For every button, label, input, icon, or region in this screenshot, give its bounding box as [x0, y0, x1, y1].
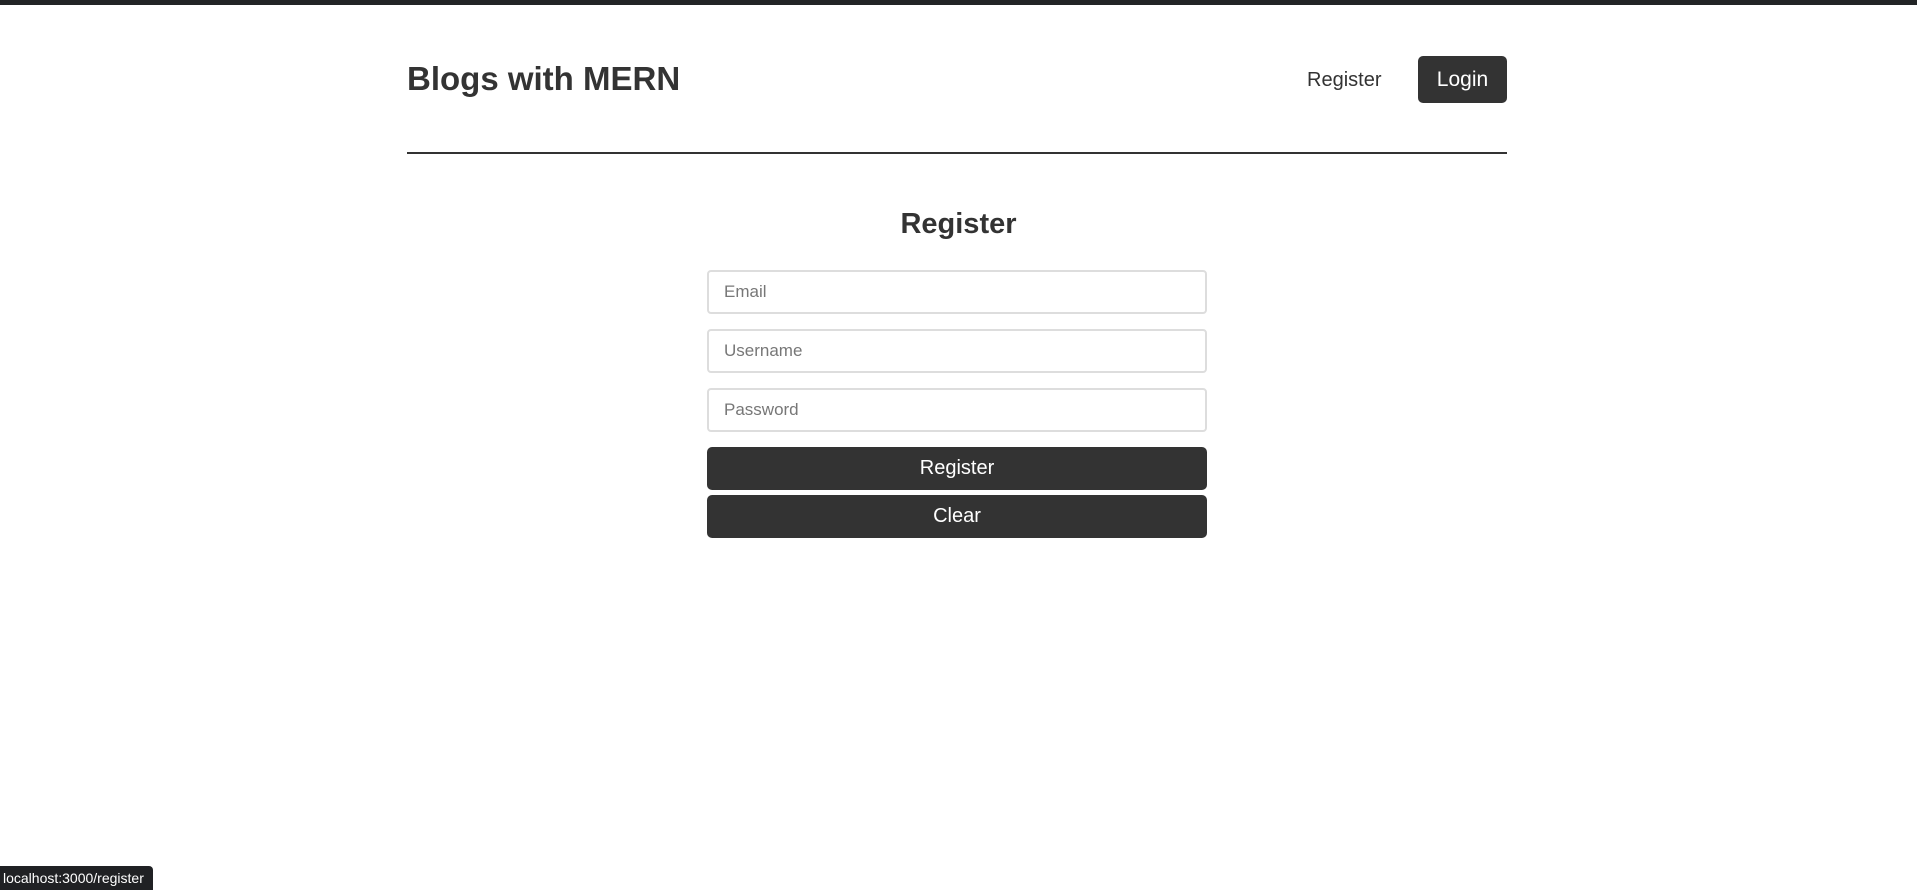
clear-button[interactable]: Clear	[707, 495, 1207, 538]
site-brand[interactable]: Blogs with MERN	[407, 60, 680, 98]
site-header: Blogs with MERN Register Login	[407, 52, 1507, 110]
header-divider	[407, 152, 1507, 154]
password-field[interactable]	[707, 388, 1207, 432]
status-bar-url: localhost:3000/register	[0, 866, 153, 890]
page-title: Register	[900, 208, 1017, 240]
username-field[interactable]	[707, 329, 1207, 373]
register-submit-button[interactable]: Register	[707, 447, 1207, 490]
nav-register-link[interactable]: Register	[1307, 69, 1381, 92]
nav-login-button[interactable]: Login	[1418, 56, 1507, 103]
email-field[interactable]	[707, 270, 1207, 314]
top-accent-bar	[0, 0, 1917, 5]
